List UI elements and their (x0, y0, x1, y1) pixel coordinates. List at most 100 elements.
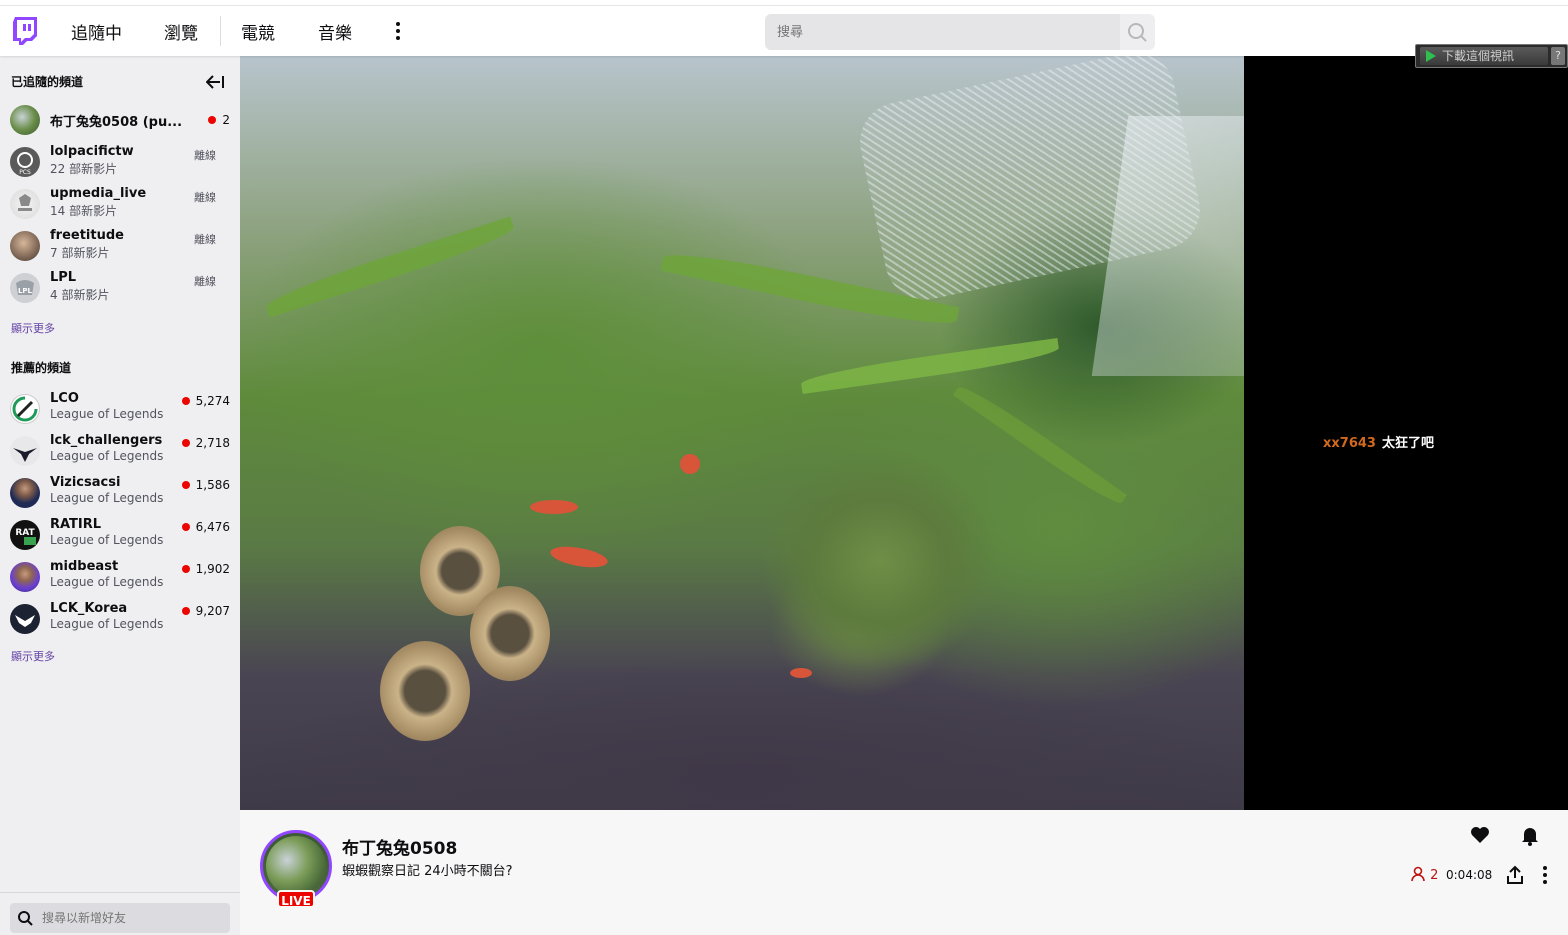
sidebar: 已追隨的頻道 布丁兔兔0508 (pu... 2 PCS lolpacifict… (0, 56, 240, 935)
followed-channel-item[interactable]: freetitude 7 部新影片 離線 (0, 226, 240, 268)
notification-bell-button[interactable] (1512, 818, 1548, 852)
video-scene-shrimp (548, 543, 610, 571)
avatar (10, 189, 40, 219)
avatar (10, 604, 40, 634)
channel-game: League of Legends (50, 617, 164, 631)
video-scene-leaf (262, 216, 518, 318)
viewer-count: 9,207 (181, 604, 230, 618)
more-vertical-icon[interactable] (1535, 863, 1555, 887)
stream-info-bar: LIVE 布丁兔兔0508 蝦蝦觀察日記 24小時不關台? 2 0:04:08 (240, 810, 1568, 935)
viewer-count: 1,902 (181, 562, 230, 576)
offline-status: 離線 (194, 191, 216, 204)
share-icon[interactable] (1503, 863, 1527, 887)
nav-browse[interactable]: 瀏覽 (164, 19, 198, 44)
channel-game: League of Legends (50, 533, 164, 547)
download-help-button[interactable]: ? (1551, 47, 1565, 65)
live-dot-icon (181, 481, 190, 489)
recommended-channel-item[interactable]: Vizicsacsi League of Legends 1,586 (0, 473, 240, 515)
chat-message: xx7643 太狂了吧 (1323, 432, 1434, 451)
channel-name: Vizicsacsi (50, 475, 121, 490)
stream-uptime: 0:04:08 (1446, 868, 1493, 882)
viewer-count: 1,586 (181, 478, 230, 492)
live-dot-icon (181, 439, 190, 447)
viewer-count: 6,476 (181, 520, 230, 534)
bell-icon (1522, 828, 1538, 846)
video-scene-shrimp (790, 668, 812, 678)
avatar (10, 231, 40, 261)
avatar: LPL (10, 273, 40, 303)
followed-channel-item[interactable]: LPL LPL 4 部新影片 離線 (0, 268, 240, 310)
avatar: PCS (10, 147, 40, 177)
twitch-logo-icon[interactable] (12, 16, 38, 46)
channel-name: lolpacifictw (50, 144, 134, 159)
search-icon (1128, 23, 1147, 42)
channel-name: LCO (50, 391, 79, 406)
channel-name: LCK_Korea (50, 601, 128, 616)
channel-game: League of Legends (50, 491, 164, 505)
avatar (10, 394, 40, 424)
video-scene-log (470, 586, 550, 681)
more-vertical-icon[interactable] (388, 19, 408, 43)
channel-name: upmedia_live (50, 186, 147, 201)
recommended-channel-item[interactable]: LCO League of Legends 5,274 (0, 389, 240, 431)
followed-channel-item[interactable]: upmedia_live 14 部新影片 離線 (0, 184, 240, 226)
followed-channel-item[interactable]: 布丁兔兔0508 (pu... 2 (0, 100, 240, 142)
search-input[interactable] (765, 14, 1120, 50)
nav-music[interactable]: 音樂 (318, 19, 352, 44)
recommended-channel-item[interactable]: LCK_Korea League of Legends 9,207 (0, 599, 240, 641)
streamer-name[interactable]: 布丁兔兔0508 (342, 834, 457, 859)
live-dot-icon (208, 116, 217, 124)
user-icon (1411, 866, 1425, 882)
channel-name: freetitude (50, 228, 124, 243)
recommended-channel-item[interactable]: midbeast League of Legends 1,902 (0, 557, 240, 599)
chat-username[interactable]: xx7643 (1323, 436, 1376, 451)
channel-name: RATIRL (50, 517, 102, 532)
svg-text:LPL: LPL (18, 287, 33, 295)
download-video-button[interactable]: 下載這個視訊 (1420, 47, 1548, 65)
nav-following[interactable]: 追隨中 (71, 19, 122, 44)
live-dot-icon (181, 607, 190, 615)
live-dot-icon (181, 565, 190, 573)
video-scene-shrimp (530, 500, 578, 514)
avatar (10, 105, 40, 135)
show-more-followed-link[interactable]: 顯示更多 (11, 320, 55, 336)
chat-overlay: xx7643 太狂了吧 (1244, 56, 1568, 810)
recommended-channel-item[interactable]: lck_challengers League of Legends 2,718 (0, 431, 240, 473)
offline-status: 離線 (194, 275, 216, 288)
followed-channels-heading: 已追隨的頻道 (11, 75, 84, 89)
stream-title: 蝦蝦觀察日記 24小時不關台? (342, 864, 513, 879)
live-dot-icon (181, 523, 190, 531)
avatar (10, 436, 40, 466)
channel-name: lck_challengers (50, 433, 163, 448)
nav-esports[interactable]: 電競 (241, 19, 275, 44)
video-scene-log (380, 641, 470, 741)
follow-heart-button[interactable] (1462, 818, 1498, 852)
avatar (10, 562, 40, 592)
nav-divider (220, 16, 221, 46)
chat-text: 太狂了吧 (1381, 436, 1434, 451)
search-bar (765, 14, 1155, 50)
video-scene-leaf (952, 380, 1128, 510)
svg-text:PCS: PCS (19, 169, 31, 176)
followed-channel-item[interactable]: PCS lolpacifictw 22 部新影片 離線 (0, 142, 240, 184)
channel-game: League of Legends (50, 407, 164, 421)
viewer-count: 2,718 (181, 436, 230, 450)
recommended-channel-item[interactable]: RAT RATIRL League of Legends 6,476 (0, 515, 240, 557)
channel-name: 布丁兔兔0508 (pu... (50, 115, 182, 130)
show-more-recommended-link[interactable]: 顯示更多 (11, 648, 55, 664)
channel-game: League of Legends (50, 575, 164, 589)
offline-status: 離線 (194, 149, 216, 162)
viewer-count: 2 (208, 113, 230, 127)
collapse-sidebar-icon[interactable] (205, 74, 226, 89)
friend-search-input[interactable] (10, 903, 230, 933)
live-badge: LIVE (277, 890, 315, 908)
live-dot-icon (181, 397, 190, 405)
search-icon (17, 910, 33, 926)
channel-name: LPL (50, 270, 77, 285)
svg-text:RAT: RAT (15, 528, 35, 538)
video-player[interactable] (240, 56, 1244, 810)
channel-name: midbeast (50, 559, 119, 574)
search-button[interactable] (1120, 14, 1155, 50)
video-scene-shrimp (680, 454, 700, 474)
channel-game: League of Legends (50, 449, 164, 463)
